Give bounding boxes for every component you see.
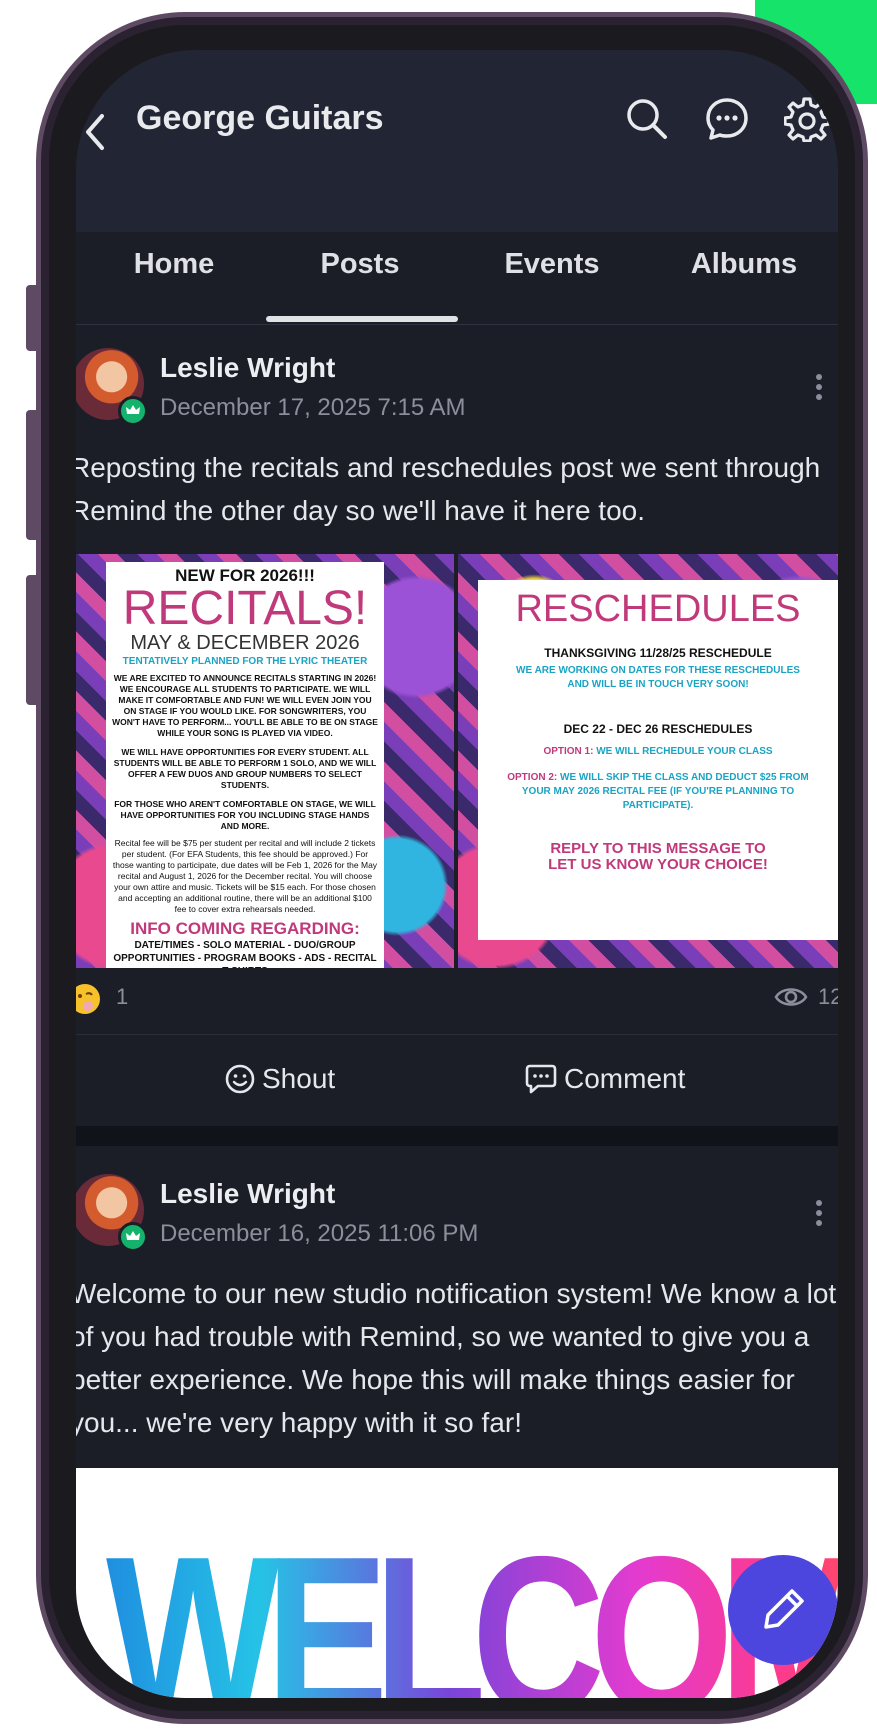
back-arrow-icon[interactable]: [82, 112, 108, 152]
compose-post-button[interactable]: [728, 1555, 838, 1665]
more-options-icon[interactable]: [816, 1196, 824, 1230]
reply-instruction: REPLY TO THIS MESSAGE TO LET US KNOW YOU…: [548, 840, 768, 873]
pencil-icon: [764, 1589, 804, 1629]
post-card: Leslie Wright December 16, 2025 11:06 PM…: [76, 1146, 838, 1698]
search-icon[interactable]: [624, 96, 670, 142]
comment-button[interactable]: Comment: [524, 1063, 685, 1095]
post-date: December 16, 2025 11:06 PM: [160, 1220, 479, 1247]
top-bar: George Guitars: [76, 50, 838, 232]
reschedules-heading: RESCHEDULES: [515, 588, 801, 630]
post-actions-bar: Shout Comment: [76, 1034, 838, 1129]
thanksgiving-body: WE ARE WORKING ON DATES FOR THESE RESCHE…: [516, 665, 800, 690]
gear-icon[interactable]: [784, 96, 830, 142]
app-screen: George Guitars Home Posts Events Albums …: [76, 50, 838, 1698]
comment-label: Comment: [564, 1063, 686, 1094]
recitals-poster[interactable]: NEW FOR 2026!!! RECITALS! MAY & DECEMBER…: [76, 554, 454, 968]
reaction-emoji-icon[interactable]: [76, 982, 102, 1016]
active-tab-indicator: [266, 316, 458, 322]
tab-bar: Home Posts Events Albums: [76, 248, 838, 325]
tab-home[interactable]: Home: [78, 248, 270, 280]
option1-text: WE WILL RECHEDULE YOUR CLASS: [596, 746, 773, 757]
smiley-icon: [225, 1064, 255, 1094]
view-count: 12: [818, 984, 838, 1009]
tab-events[interactable]: Events: [456, 248, 648, 280]
post-card: Leslie Wright December 17, 2025 7:15 AM …: [76, 326, 838, 1129]
dec-reschedule-title: DEC 22 - DEC 26 RESCHEDULES: [563, 722, 753, 736]
post-text: Welcome to our new studio notification s…: [76, 1278, 837, 1438]
reaction-count: 1: [116, 984, 129, 1009]
welcome-image[interactable]: WELCOME: [76, 1468, 838, 1698]
option1-label: OPTION 1:: [543, 746, 594, 757]
admin-badge-icon: [118, 396, 148, 426]
tab-albums[interactable]: Albums: [648, 248, 838, 280]
admin-badge-icon: [118, 1222, 148, 1252]
recitals-subhead: TENTATIVELY PLANNED FOR THE LYRIC THEATE…: [122, 656, 368, 667]
recitals-para-4: Recital fee will be $75 per student per …: [112, 838, 378, 914]
more-options-icon[interactable]: [816, 370, 824, 404]
recitals-info-heading: INFO COMING REGARDING:: [130, 919, 360, 938]
recitals-para-2: WE WILL HAVE OPPORTUNITIES FOR EVERY STU…: [113, 747, 377, 790]
thanksgiving-title: THANKSGIVING 11/28/25 RESCHEDULE: [544, 646, 772, 660]
option2-text: WE WILL SKIP THE CLASS AND DEDUCT $25 FR…: [521, 772, 809, 811]
option2-label: OPTION 2:: [507, 772, 558, 783]
reschedules-poster[interactable]: RESCHEDULES THANKSGIVING 11/28/25 RESCHE…: [458, 554, 838, 968]
post-text: Reposting the recitals and reschedules p…: [76, 452, 821, 526]
comment-icon: [525, 1064, 557, 1094]
post-date: December 17, 2025 7:15 AM: [160, 394, 466, 421]
post-separator: [76, 1126, 838, 1146]
chat-icon[interactable]: [704, 96, 750, 142]
post-author[interactable]: Leslie Wright: [160, 1178, 335, 1210]
recitals-para-3: FOR THOSE WHO AREN'T COMFORTABLE ON STAG…: [114, 799, 376, 831]
group-title: George Guitars: [136, 99, 384, 137]
shout-button[interactable]: Shout: [224, 1063, 335, 1095]
tab-posts[interactable]: Posts: [264, 248, 456, 280]
eye-icon: [774, 988, 808, 1006]
recitals-heading: RECITALS!: [122, 582, 368, 635]
recitals-dates: MAY & DECEMBER 2026: [130, 632, 360, 654]
recitals-info-list: DATE/TIMES - SOLO MATERIAL - DUO/GROUP O…: [113, 940, 377, 968]
recitals-para-1: WE ARE EXCITED TO ANNOUNCE RECITALS STAR…: [112, 673, 378, 738]
recitals-card: NEW FOR 2026!!! RECITALS! MAY & DECEMBER…: [106, 562, 384, 968]
shout-label: Shout: [262, 1063, 336, 1094]
post-author[interactable]: Leslie Wright: [160, 352, 335, 384]
reschedules-card: RESCHEDULES THANKSGIVING 11/28/25 RESCHE…: [478, 580, 838, 940]
